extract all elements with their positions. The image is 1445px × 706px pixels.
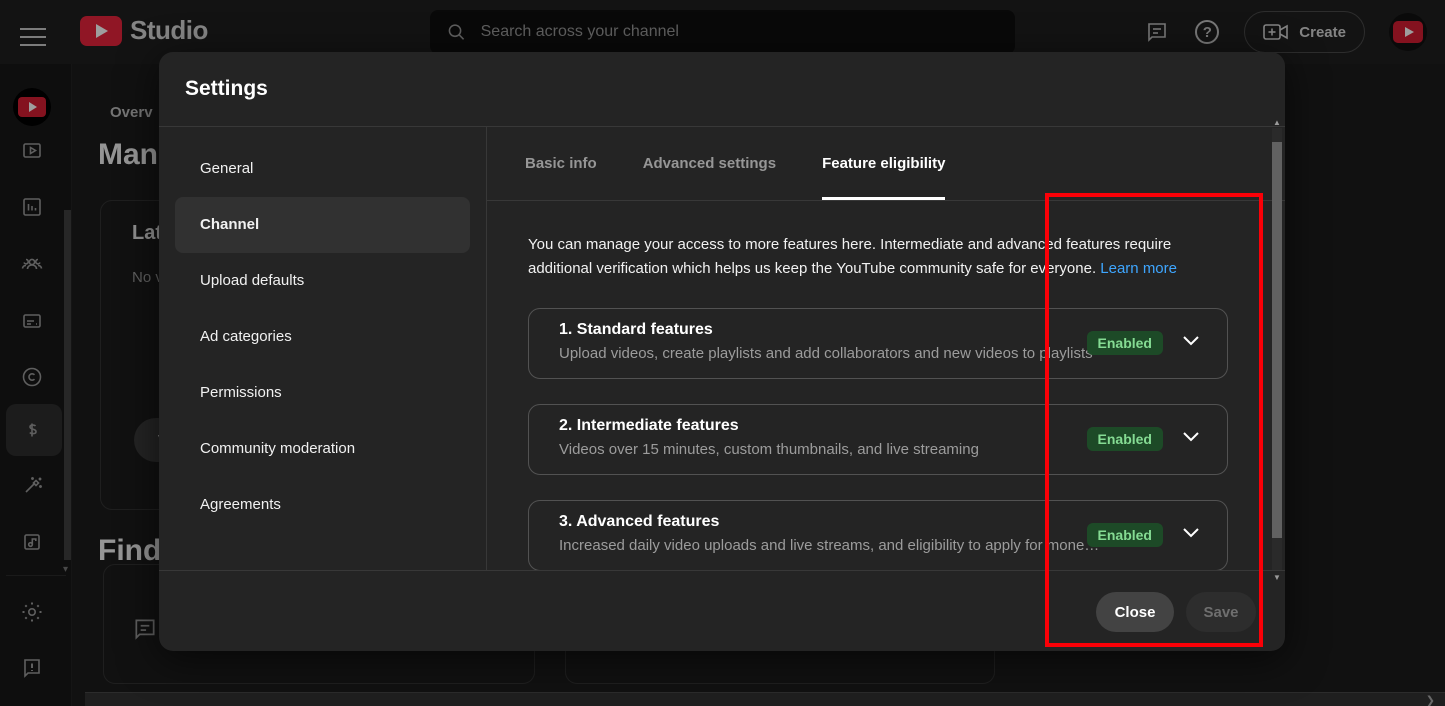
tab-advanced-settings[interactable]: Advanced settings (643, 127, 776, 200)
tab-feature-eligibility[interactable]: Feature eligibility (822, 127, 945, 200)
status-badge: Enabled (1087, 523, 1163, 547)
intermediate-features-card[interactable]: 2. Intermediate features Videos over 15 … (528, 404, 1228, 475)
feature-eligibility-panel: You can manage your access to more featu… (487, 201, 1257, 570)
save-button[interactable]: Save (1186, 592, 1256, 632)
nav-item-channel[interactable]: Channel (175, 197, 470, 253)
settings-nav: General Channel Upload defaults Ad categ… (159, 127, 487, 570)
nav-item-permissions[interactable]: Permissions (159, 365, 486, 421)
status-badge: Enabled (1087, 427, 1163, 451)
nav-item-ad-categories[interactable]: Ad categories (159, 309, 486, 365)
standard-features-desc: Upload videos, create playlists and add … (559, 345, 1119, 362)
tab-basic-info[interactable]: Basic info (525, 127, 597, 200)
feature-description: You can manage your access to more featu… (528, 233, 1193, 281)
nav-item-agreements[interactable]: Agreements (159, 477, 486, 533)
advanced-features-desc: Increased daily video uploads and live s… (559, 537, 1119, 554)
close-button[interactable]: Close (1096, 592, 1174, 632)
channel-tabs: Basic info Advanced settings Feature eli… (487, 127, 1285, 201)
status-badge: Enabled (1087, 331, 1163, 355)
scroll-up-icon[interactable]: ▲ (1272, 118, 1282, 127)
nav-item-general[interactable]: General (159, 141, 486, 197)
chevron-down-icon[interactable] (1183, 528, 1199, 538)
dialog-scrollbar[interactable]: ▲ ▼ (1272, 128, 1282, 570)
dialog-footer: Close Save (159, 570, 1285, 651)
nav-item-upload-defaults[interactable]: Upload defaults (159, 253, 486, 309)
learn-more-link[interactable]: Learn more (1100, 260, 1177, 277)
settings-dialog: Settings General Channel Upload defaults… (159, 52, 1285, 651)
chevron-down-icon[interactable] (1183, 336, 1199, 346)
scroll-down-icon[interactable]: ▼ (1272, 573, 1282, 582)
chevron-down-icon[interactable] (1183, 432, 1199, 442)
intermediate-features-desc: Videos over 15 minutes, custom thumbnail… (559, 441, 1119, 458)
standard-features-card[interactable]: 1. Standard features Upload videos, crea… (528, 308, 1228, 379)
nav-item-community-moderation[interactable]: Community moderation (159, 421, 486, 477)
feature-description-text: You can manage your access to more featu… (528, 236, 1171, 277)
dialog-header: Settings (159, 52, 1285, 127)
youtube-studio-app: Studio ? Create (0, 0, 1445, 706)
settings-content: Basic info Advanced settings Feature eli… (487, 127, 1285, 570)
dialog-title: Settings (185, 77, 268, 101)
scrollbar-thumb[interactable] (1272, 142, 1282, 538)
advanced-features-card[interactable]: 3. Advanced features Increased daily vid… (528, 500, 1228, 570)
